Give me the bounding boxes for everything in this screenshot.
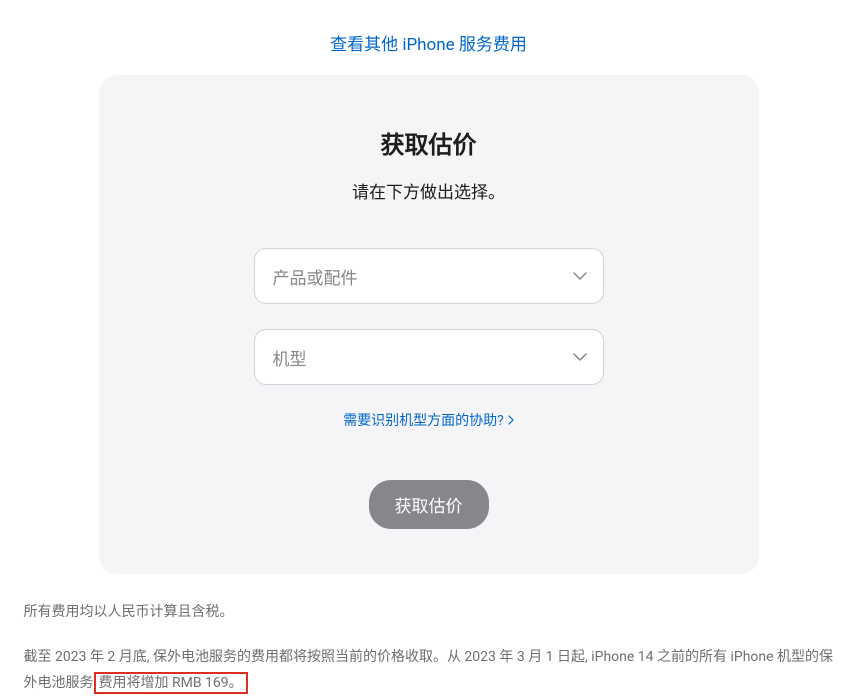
card-subtitle: 请在下方做出选择。: [159, 178, 699, 203]
model-select-wrapper: 机型: [254, 329, 604, 385]
identify-model-help-link[interactable]: 需要识别机型方面的协助?: [343, 410, 514, 430]
other-iphone-fees-link[interactable]: 查看其他 iPhone 服务费用: [330, 35, 527, 55]
estimate-card: 获取估价 请在下方做出选择。 产品或配件 机型 需要识别机型方面的协助?: [99, 75, 759, 574]
footer-notes: 所有费用均以人民币计算且含税。 截至 2023 年 2 月底, 保外电池服务的费…: [14, 599, 844, 697]
footer-note-price-change: 截至 2023 年 2 月底, 保外电池服务的费用都将按照当前的价格收取。从 2…: [24, 644, 834, 697]
submit-wrapper: 获取估价: [159, 480, 699, 529]
product-select[interactable]: 产品或配件: [254, 248, 604, 304]
help-link-text: 需要识别机型方面的协助?: [343, 410, 504, 430]
product-select-wrapper: 产品或配件: [254, 248, 604, 304]
footer-note-tax: 所有费用均以人民币计算且含税。: [24, 599, 834, 626]
chevron-down-icon: [573, 350, 587, 364]
model-select[interactable]: 机型: [254, 329, 604, 385]
card-title: 获取估价: [159, 125, 699, 160]
model-select-placeholder: 机型: [273, 345, 307, 370]
chevron-down-icon: [573, 269, 587, 283]
product-select-placeholder: 产品或配件: [273, 264, 358, 289]
chevron-right-icon: [508, 415, 514, 425]
top-link-container: 查看其他 iPhone 服务费用: [0, 0, 857, 75]
price-increase-highlight: 费用将增加 RMB 169。: [94, 672, 248, 694]
get-estimate-button[interactable]: 获取估价: [369, 480, 489, 529]
